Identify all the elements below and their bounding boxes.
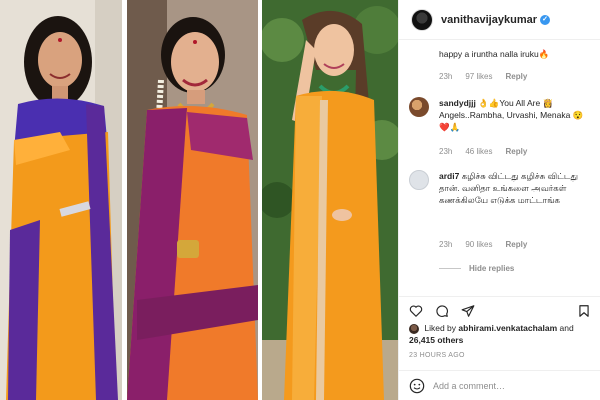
share-icon[interactable] xyxy=(461,304,475,318)
comment-age: 23h xyxy=(439,240,453,249)
liker-username[interactable]: abhirami.venkatachalam xyxy=(458,323,557,333)
comment-meta: 23h 46 likes Reply xyxy=(439,147,527,156)
photo-woman-orange-saree-purple-blouse xyxy=(0,0,122,400)
smile-icon[interactable] xyxy=(409,378,425,394)
comment-meta: 23h 97 likes Reply xyxy=(439,72,527,81)
comment-input[interactable] xyxy=(433,380,593,391)
hide-replies-button[interactable]: Hide replies xyxy=(439,264,514,273)
comment-icon[interactable] xyxy=(435,304,449,318)
reply-button[interactable]: Reply xyxy=(505,72,527,81)
comment-age: 23h xyxy=(439,72,453,81)
heart-icon[interactable] xyxy=(409,304,423,318)
comments-list[interactable]: happy a iruntha nalla iruku🔥 23h 97 like… xyxy=(399,40,600,296)
post-image-collage[interactable] xyxy=(0,0,398,400)
verified-badge-icon: ✓ xyxy=(540,14,550,25)
comment-likes[interactable]: 97 likes xyxy=(465,72,492,81)
liked-by-summary: Liked by abhirami.venkatachalam and 26,4… xyxy=(409,323,574,345)
add-comment-bar xyxy=(399,370,600,400)
post-side-panel: vanithavijaykumar ✓ happy a iruntha nall… xyxy=(398,0,600,400)
post-header: vanithavijaykumar ✓ xyxy=(399,0,600,40)
commenter-username[interactable]: ardi7 xyxy=(439,171,459,181)
reply-button[interactable]: Reply xyxy=(505,147,527,156)
author-avatar[interactable] xyxy=(411,8,433,31)
photo-woman-silk-saree-smiling xyxy=(127,0,258,400)
bookmark-icon[interactable] xyxy=(577,304,591,318)
comment-text: ardi7 கழிச்சு விட்டது கழிச்சு விட்டது தா… xyxy=(439,171,579,205)
commenter-avatar[interactable] xyxy=(409,170,429,190)
comment-meta: 23h 90 likes Reply xyxy=(439,240,527,249)
comment-likes[interactable]: 90 likes xyxy=(465,240,492,249)
liker-avatar[interactable] xyxy=(409,323,419,334)
author-username[interactable]: vanithavijaykumar xyxy=(441,14,537,26)
comment-likes[interactable]: 46 likes xyxy=(465,147,492,156)
comment-text: happy a iruntha nalla iruku🔥 xyxy=(439,49,550,59)
post-action-bar xyxy=(399,296,600,322)
hide-replies-divider xyxy=(439,268,461,269)
commenter-username[interactable]: sandydjjj xyxy=(439,98,476,108)
post-timestamp[interactable]: 23 HOURS AGO xyxy=(409,352,465,359)
photo-woman-orange-saree-garden xyxy=(262,0,398,400)
likes-others-link[interactable]: 26,415 others xyxy=(409,335,463,345)
reply-button[interactable]: Reply xyxy=(505,240,527,249)
comment-text: sandydjjj 👌👍You All Are 👸 Angels..Rambha… xyxy=(439,98,584,132)
commenter-avatar[interactable] xyxy=(409,97,429,117)
comment-age: 23h xyxy=(439,147,453,156)
